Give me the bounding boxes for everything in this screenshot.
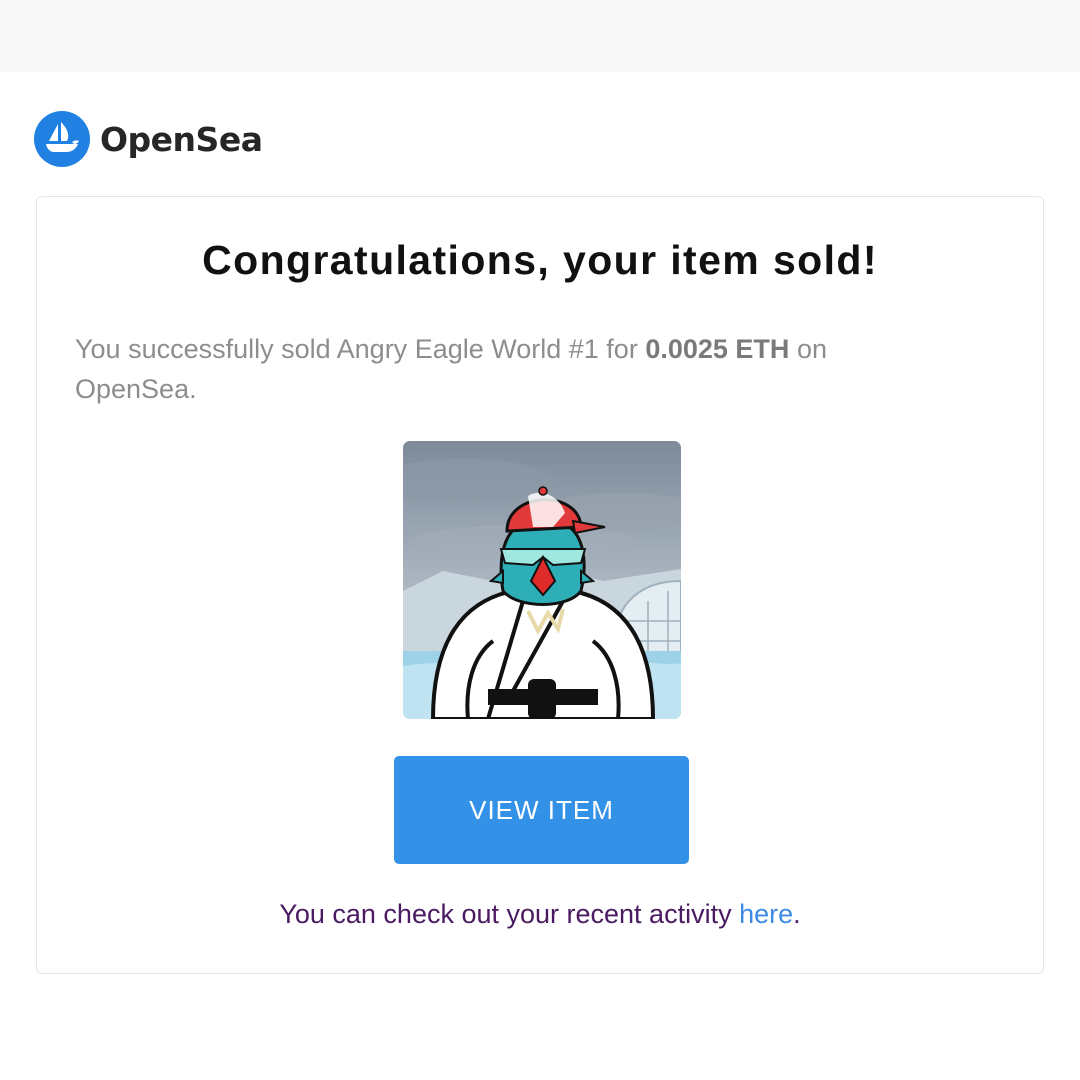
- view-item-button[interactable]: VIEW ITEM: [394, 756, 689, 864]
- brand-header[interactable]: OpenSea: [34, 110, 263, 168]
- sale-message: You successfully sold Angry Eagle World …: [75, 329, 955, 409]
- activity-here-link[interactable]: here: [739, 899, 793, 929]
- opensea-boat-icon: [34, 111, 90, 167]
- email-page: OpenSea Congratulations, your item sold!…: [0, 0, 1080, 1080]
- activity-period: .: [793, 899, 801, 929]
- brand-name: OpenSea: [100, 119, 263, 159]
- nft-item-image[interactable]: [403, 441, 681, 719]
- activity-text: You can check out your recent activity: [279, 899, 732, 929]
- activity-note: You can check out your recent activity h…: [37, 899, 1043, 930]
- email-card: Congratulations, your item sold! You suc…: [36, 196, 1044, 974]
- sale-message-prefix: You successfully sold Angry Eagle World …: [75, 334, 638, 364]
- top-band: [0, 0, 1080, 72]
- headline: Congratulations, your item sold!: [202, 237, 878, 283]
- sale-price: 0.0025 ETH: [645, 334, 790, 364]
